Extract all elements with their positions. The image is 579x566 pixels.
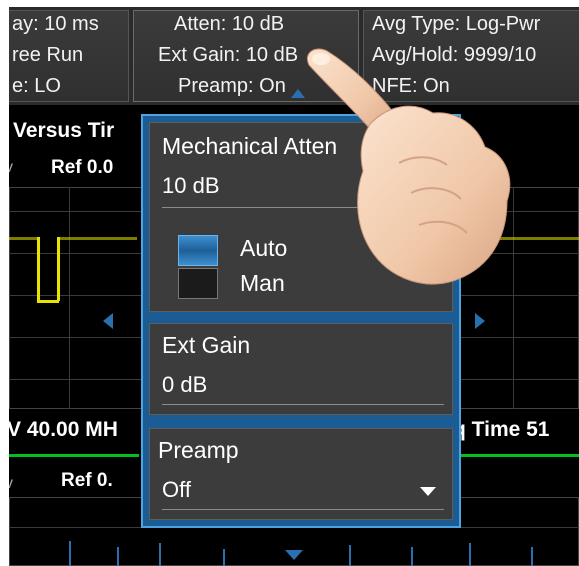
trace-segment (9, 237, 37, 240)
scroll-down-icon[interactable] (285, 550, 303, 560)
preamp-text: Preamp: On (178, 75, 286, 97)
man-label[interactable]: Man (240, 270, 285, 297)
chevron-down-icon[interactable] (420, 487, 436, 496)
scroll-left-icon[interactable] (103, 313, 113, 329)
trace-segment (37, 300, 59, 303)
trace-tick (159, 543, 161, 566)
avg-type-text: Avg Type: Log-Pwr (372, 13, 541, 35)
lo-mode-text: e: LO (12, 75, 61, 97)
center-freq-readout: V 40.00 MH (9, 418, 118, 441)
preamp-dropdown[interactable]: Off (162, 477, 191, 503)
trace-segment (57, 237, 137, 240)
lower-scale-unit: v (9, 475, 13, 492)
sweep-time-text: ay: 10 ms (12, 13, 99, 35)
man-toggle-button[interactable] (178, 268, 218, 299)
upper-plot-title: Versus Tir (13, 119, 115, 142)
trigger-text: ree Run (12, 44, 84, 66)
trace-segment (37, 237, 40, 301)
pointing-hand-icon (307, 48, 511, 285)
upper-ref-level: Ref 0.0 (51, 157, 114, 178)
grid-line (69, 187, 70, 409)
atten-text: Atten: 10 dB (174, 13, 285, 35)
lower-ref-level: Ref 0. (61, 470, 113, 491)
preamp-group: Preamp Off (149, 428, 453, 520)
mech-atten-value[interactable]: 10 dB (162, 173, 220, 199)
trace-tick (531, 547, 533, 566)
trace-tick (69, 541, 71, 566)
auto-label[interactable]: Auto (240, 235, 287, 262)
ext-gain-text: Ext Gain: 10 dB (158, 44, 299, 66)
upper-scale-unit: v (9, 159, 13, 176)
trace-segment (57, 237, 60, 301)
ext-gain-field[interactable]: 0 dB (162, 372, 207, 398)
trace-tick (411, 547, 413, 566)
input-underline (162, 404, 444, 405)
analyzer-screen: ay: 10 ms ree Run e: LO Atten: 10 dB Ext… (9, 7, 579, 566)
ext-gain-label: Ext Gain (162, 332, 251, 358)
trace-tick (117, 547, 119, 566)
input-underline (162, 509, 444, 510)
sweep-time-readout: q Time 51 (453, 418, 550, 441)
preamp-label: Preamp (158, 437, 239, 463)
trace-tick (469, 543, 471, 566)
sweep-settings-panel[interactable]: ay: 10 ms ree Run e: LO (9, 10, 129, 102)
ext-gain-group: Ext Gain 0 dB (149, 323, 453, 415)
auto-toggle-button[interactable] (178, 235, 218, 266)
trace-tick (349, 545, 351, 566)
scroll-right-icon[interactable] (475, 313, 485, 329)
trace-tick (223, 549, 225, 566)
